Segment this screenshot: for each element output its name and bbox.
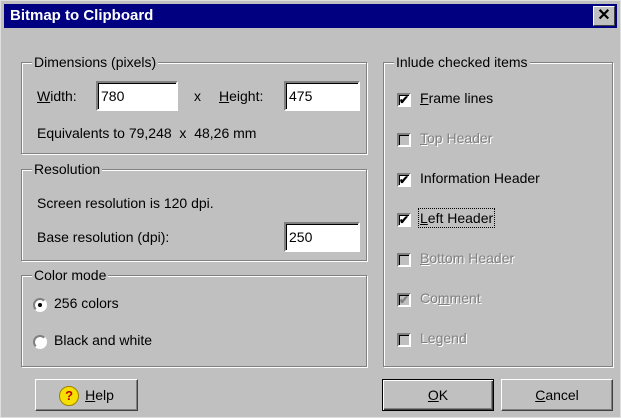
checkbox-bottom-header-label[interactable]: Bottom Header [420,250,514,266]
ok-button[interactable]: OK [382,379,494,411]
resolution-legend: Resolution [32,161,103,177]
checkbox-legend[interactable] [397,333,411,347]
include-items-group: Inlude checked items [383,54,613,367]
color-mode-legend: Color mode [32,267,109,283]
help-icon: ? [59,386,80,407]
checkbox-comment[interactable]: ✔ [397,293,411,307]
radio-256-colors[interactable] [33,298,47,312]
radio-black-and-white[interactable] [33,335,47,349]
window-title: Bitmap to Clipboard [10,7,154,24]
screen-resolution-text: Screen resolution is 120 dpi. [37,195,214,211]
radio-256-colors-label[interactable]: 256 colors [54,295,119,311]
base-resolution-input[interactable]: 250 [284,222,360,252]
checkbox-frame-lines-label[interactable]: Frame lines [420,90,493,106]
checkbox-legend-label[interactable]: Legend [420,330,467,346]
radio-black-and-white-label[interactable]: Black and white [54,332,152,348]
width-label: Width: [37,88,77,104]
checkbox-frame-lines[interactable]: ✔ [397,93,411,107]
width-input[interactable]: 780 [96,81,178,111]
checkbox-top-header-label[interactable]: Top Header [420,130,492,146]
checkbox-comment-label[interactable]: Comment [420,290,481,306]
title-bar[interactable]: Bitmap to Clipboard ✕ [4,4,617,28]
include-items-legend: Inlude checked items [394,54,530,70]
times-separator: x [194,88,201,104]
checkbox-information-header-label[interactable]: Information Header [420,170,540,186]
checkbox-information-header[interactable]: ✔ [397,173,411,187]
checkbox-left-header[interactable]: ✔ [397,213,411,227]
checkbox-left-header-label[interactable]: Left Header [417,208,496,228]
height-input[interactable]: 475 [284,81,360,111]
color-mode-group: Color mode [21,267,367,367]
dimensions-legend: Dimensions (pixels) [32,54,159,70]
dialog-window: Bitmap to Clipboard ✕ Dimensions (pixels… [0,0,621,418]
close-icon[interactable]: ✕ [593,6,615,26]
help-button[interactable]: ? Help [35,379,138,411]
equivalents-text: Equivalents to 79,248 x 48,26 mm [37,125,257,141]
checkbox-top-header[interactable] [397,133,411,147]
base-resolution-label: Base resolution (dpi): [37,229,170,245]
checkbox-bottom-header[interactable] [397,253,411,267]
height-label: Height: [219,88,264,104]
cancel-button[interactable]: Cancel [501,379,613,411]
